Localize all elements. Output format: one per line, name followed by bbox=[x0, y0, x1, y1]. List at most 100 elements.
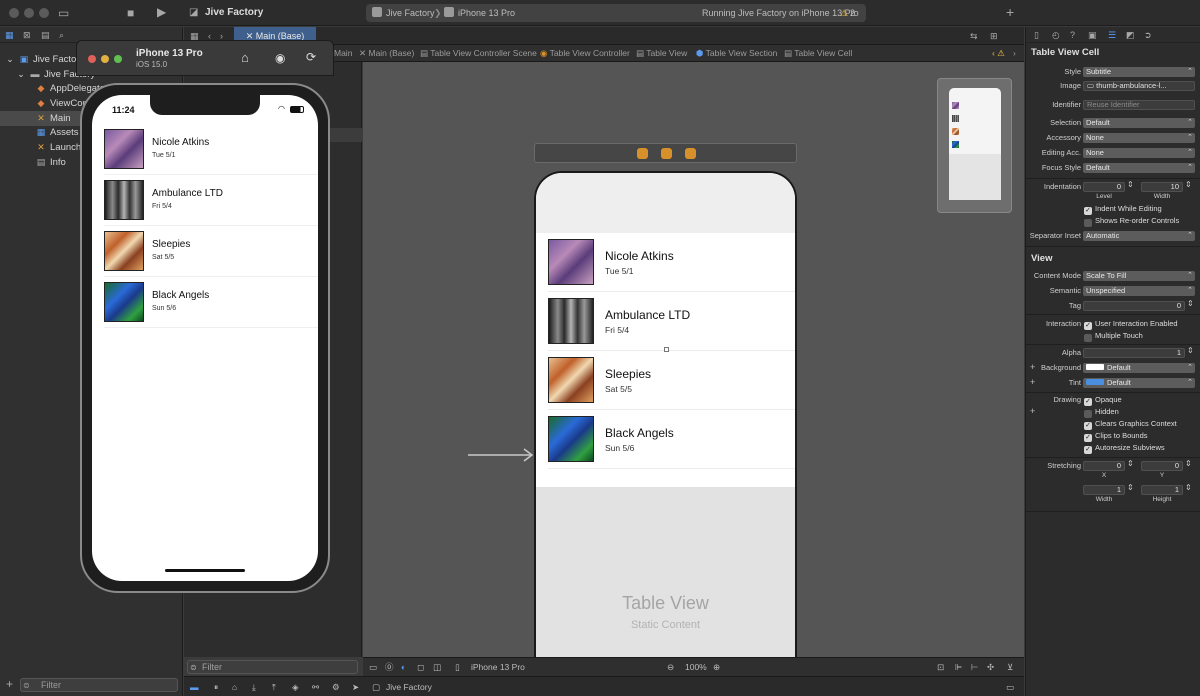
console-toggle-icon[interactable]: ▬ bbox=[190, 677, 199, 696]
add-file-icon[interactable]: + bbox=[6, 677, 13, 691]
minimize-window-button[interactable] bbox=[24, 8, 34, 18]
source-control-icon[interactable]: ⊠ bbox=[23, 28, 31, 42]
appearance-icon[interactable]: ⓪ bbox=[385, 658, 394, 677]
clears-graphics-checkbox[interactable]: ✓ Clears Graphics Context bbox=[1084, 419, 1177, 430]
background-popup[interactable]: Default bbox=[1083, 363, 1195, 373]
tag-stepper-icon[interactable]: ⇕ bbox=[1187, 299, 1194, 308]
user-interaction-checkbox[interactable]: ✓ User Interaction Enabled bbox=[1084, 319, 1178, 330]
pause-icon[interactable]: ⏸ bbox=[214, 677, 218, 696]
pin-icon[interactable]: ⊢ bbox=[971, 658, 978, 677]
level-stepper-icon[interactable]: ⇕ bbox=[1127, 180, 1134, 189]
zoom-window-button[interactable] bbox=[39, 8, 49, 18]
editing-acc-popup[interactable]: None bbox=[1083, 148, 1195, 158]
tint-popup[interactable]: Default bbox=[1083, 378, 1195, 388]
identity-icon[interactable]: ▣ bbox=[1088, 28, 1097, 42]
jumpbar-item-controller[interactable]: ◉ Table View Controller bbox=[540, 45, 630, 62]
clips-bounds-checkbox[interactable]: ✓ Clips to Bounds bbox=[1084, 431, 1148, 442]
stretch-y-input[interactable]: 0 bbox=[1141, 461, 1183, 471]
orientation-icon[interactable]: ◻ bbox=[417, 658, 424, 677]
hidden-checkbox[interactable]: ✓Hidden bbox=[1084, 407, 1119, 418]
table-row[interactable]: Nicole Atkins Tue 5/1 bbox=[104, 124, 318, 175]
add-editor-icon[interactable]: ⊞ bbox=[990, 29, 998, 43]
view-controller-icon[interactable] bbox=[637, 148, 648, 159]
accessory-popup[interactable]: None bbox=[1083, 133, 1195, 143]
add-icon[interactable]: + bbox=[1006, 5, 1014, 19]
attributes-icon[interactable]: ☰ bbox=[1108, 28, 1116, 42]
jumpbar-item-scene[interactable]: ▤ Table View Controller Scene bbox=[420, 45, 537, 62]
location-icon[interactable]: ➤ bbox=[352, 677, 359, 696]
stepper-icon[interactable]: ⇕ bbox=[1185, 459, 1192, 468]
history-icon[interactable]: ◴ bbox=[1052, 28, 1060, 42]
initial-controller-arrow[interactable] bbox=[468, 448, 534, 462]
rotate-icon[interactable]: ⟳ bbox=[306, 50, 316, 64]
align-icon[interactable]: ⊫ bbox=[955, 658, 962, 677]
image-combo[interactable]: ▭ thumb-ambulance-l... bbox=[1083, 81, 1195, 91]
device-selector[interactable]: iPhone 13 Pro bbox=[471, 658, 525, 677]
content-mode-popup[interactable]: Scale To Fill bbox=[1083, 271, 1195, 281]
table-cell[interactable]: Sleepies Sat 5/5 bbox=[548, 351, 795, 410]
width-stepper-icon[interactable]: ⇕ bbox=[1185, 180, 1192, 189]
zoom-in-icon[interactable]: ⊕ bbox=[713, 658, 720, 677]
update-frames-icon[interactable]: ⊡ bbox=[937, 658, 944, 677]
run-button[interactable]: ▶ bbox=[157, 5, 166, 19]
stop-button[interactable]: ■ bbox=[127, 6, 134, 20]
embed-icon[interactable]: ⊻ bbox=[1007, 658, 1013, 677]
scheme-selector[interactable]: Jive Factory bbox=[372, 4, 435, 22]
zoom-out-icon[interactable]: ⊖ bbox=[667, 658, 674, 677]
home-icon[interactable]: ⌂ bbox=[241, 50, 249, 65]
simulator-screen[interactable]: 11:24 ◠ Nicole Atkins Tue 5/1 Ambulance … bbox=[92, 95, 318, 581]
jumpbar-item-section[interactable]: ⬢ Table View Section bbox=[696, 45, 777, 62]
add-variation-icon[interactable]: + bbox=[1030, 406, 1035, 416]
sidebar-toggle-icon[interactable]: ▭ bbox=[58, 6, 69, 20]
close-window-button[interactable] bbox=[9, 8, 19, 18]
help-icon[interactable]: ? bbox=[1070, 28, 1075, 42]
style-popup[interactable]: Subtitle bbox=[1083, 67, 1195, 77]
stretch-height-input[interactable]: 1 bbox=[1141, 485, 1183, 495]
environment-icon[interactable]: ⚙ bbox=[332, 677, 340, 696]
editor-options-icon[interactable]: ⇆ bbox=[970, 29, 978, 43]
stepper-icon[interactable]: ⇕ bbox=[1127, 483, 1134, 492]
jumpbar-item-main[interactable]: Main bbox=[334, 45, 352, 62]
tag-input[interactable]: 0 bbox=[1083, 301, 1185, 311]
issue-back-icon[interactable]: ‹ ⚠ bbox=[992, 45, 1005, 62]
show-reorder-checkbox[interactable]: ✓Shows Re-order Controls bbox=[1084, 216, 1179, 227]
semantic-popup[interactable]: Unspecified bbox=[1083, 286, 1195, 296]
resolve-icon[interactable]: ✣ bbox=[987, 658, 994, 677]
table-row[interactable]: Sleepies Sat 5/5 bbox=[104, 226, 318, 277]
destination-selector[interactable]: iPhone 13 Pro bbox=[444, 4, 515, 22]
memory-graph-icon[interactable]: ⚯ bbox=[312, 677, 319, 696]
selection-popup[interactable]: Default bbox=[1083, 118, 1195, 128]
multiple-touch-checkbox[interactable]: ✓Multiple Touch bbox=[1084, 331, 1143, 342]
opaque-checkbox[interactable]: ✓ Opaque bbox=[1084, 395, 1122, 406]
sim-close-button[interactable] bbox=[88, 55, 96, 63]
device-frame-icon[interactable]: ◫ bbox=[433, 658, 441, 677]
jumpbar-item-main-base[interactable]: ✕ Main (Base) bbox=[359, 45, 414, 62]
indent-width-input[interactable]: 10 bbox=[1141, 182, 1183, 192]
home-indicator[interactable] bbox=[165, 569, 245, 572]
connections-icon[interactable]: ➲ bbox=[1144, 28, 1152, 42]
canvas-minimap[interactable] bbox=[937, 78, 1012, 213]
find-icon[interactable]: ⌕ bbox=[59, 28, 64, 42]
stretch-x-input[interactable]: 0 bbox=[1083, 461, 1125, 471]
indent-level-input[interactable]: 0 bbox=[1083, 182, 1125, 192]
file-inspector-icon[interactable]: ▯ bbox=[1034, 28, 1039, 42]
table-cell[interactable]: Nicole Atkins Tue 5/1 bbox=[548, 233, 795, 292]
autoresize-checkbox[interactable]: ✓ Autoresize Subviews bbox=[1084, 443, 1165, 454]
outline-filter-input[interactable]: Filter bbox=[187, 660, 358, 674]
stepper-icon[interactable]: ⇕ bbox=[1127, 459, 1134, 468]
step-over-icon[interactable]: ⌂ bbox=[232, 677, 237, 696]
dark-mode-icon[interactable]: ◐ bbox=[401, 658, 406, 677]
folder-icon[interactable]: ▦ bbox=[5, 28, 14, 42]
jumpbar-item-tableview[interactable]: ▤ Table View bbox=[636, 45, 687, 62]
table-cell[interactable]: Black Angels Sun 5/6 bbox=[548, 410, 795, 469]
navigator-filter-input[interactable]: Filter bbox=[20, 678, 178, 692]
screenshot-icon[interactable]: ◉ bbox=[275, 51, 285, 65]
step-in-icon[interactable]: ⤓ bbox=[252, 677, 256, 696]
table-row[interactable]: Ambulance LTD Fri 5/4 bbox=[104, 175, 318, 226]
alpha-stepper-icon[interactable]: ⇕ bbox=[1187, 346, 1194, 355]
symbol-icon[interactable]: ▤ bbox=[41, 28, 50, 42]
identifier-input[interactable]: Reuse Identifier bbox=[1083, 100, 1195, 110]
storyboard-scene-device[interactable]: Nicole Atkins Tue 5/1 Ambulance LTD Fri … bbox=[534, 171, 797, 661]
alpha-input[interactable]: 1 bbox=[1083, 348, 1185, 358]
jumpbar-item-cell[interactable]: ▤ Table View Cell bbox=[784, 45, 852, 62]
